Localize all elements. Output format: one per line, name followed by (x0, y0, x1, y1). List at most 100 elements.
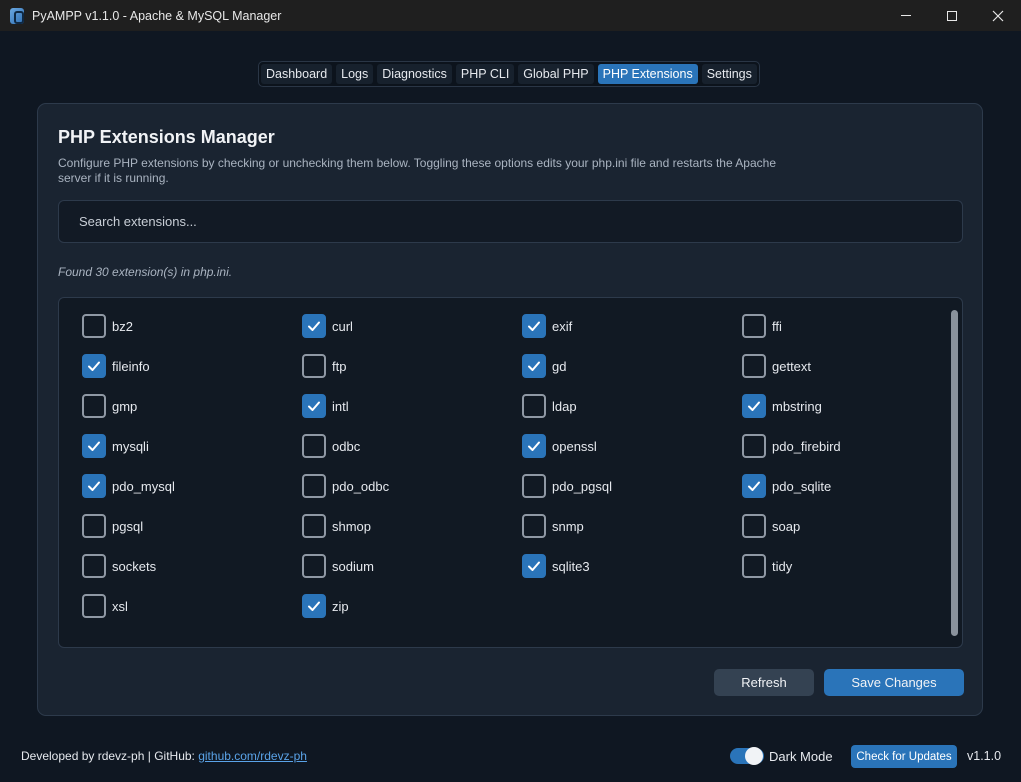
extension-checkbox[interactable] (82, 354, 106, 378)
extension-checkbox[interactable] (82, 434, 106, 458)
extension-label: zip (332, 598, 349, 614)
extension-label: pdo_mysql (112, 478, 175, 494)
minimize-button[interactable] (883, 0, 929, 31)
extension-checkbox[interactable] (522, 314, 546, 338)
extension-checkbox[interactable] (742, 554, 766, 578)
checkmark-icon (308, 401, 320, 411)
extension-checkbox[interactable] (302, 434, 326, 458)
extension-checkbox[interactable] (82, 474, 106, 498)
extension-gmp[interactable]: gmp (82, 394, 302, 418)
extension-checkbox[interactable] (82, 394, 106, 418)
extension-label: odbc (332, 438, 361, 454)
extension-checkbox[interactable] (302, 474, 326, 498)
extension-checkbox[interactable] (302, 594, 326, 618)
extension-checkbox[interactable] (742, 394, 766, 418)
extension-mysqli[interactable]: mysqli (82, 434, 302, 458)
extension-checkbox[interactable] (522, 434, 546, 458)
extension-checkbox[interactable] (82, 594, 106, 618)
extension-shmop[interactable]: shmop (302, 514, 522, 538)
extension-label: curl (332, 318, 353, 334)
checkmark-icon (528, 441, 540, 451)
extension-mbstring[interactable]: mbstring (742, 394, 962, 418)
toggle-knob (745, 747, 763, 765)
extension-checkbox[interactable] (302, 314, 326, 338)
extension-sqlite3[interactable]: sqlite3 (522, 554, 742, 578)
dark-mode-toggle[interactable] (730, 747, 764, 765)
extension-exif[interactable]: exif (522, 314, 742, 338)
extension-gd[interactable]: gd (522, 354, 742, 378)
version-label: v1.1.0 (967, 749, 1002, 763)
extension-odbc[interactable]: odbc (302, 434, 522, 458)
extension-label: ffi (772, 318, 782, 334)
tab-diagnostics[interactable]: Diagnostics (377, 64, 452, 84)
extension-sockets[interactable]: sockets (82, 554, 302, 578)
extension-checkbox[interactable] (522, 514, 546, 538)
extension-zip[interactable]: zip (302, 594, 522, 618)
extension-ldap[interactable]: ldap (522, 394, 742, 418)
check-updates-button[interactable]: Check for Updates (851, 745, 957, 768)
tab-settings[interactable]: Settings (701, 64, 757, 84)
extension-label: pdo_sqlite (772, 478, 832, 494)
extension-checkbox[interactable] (82, 514, 106, 538)
title-bar: PyAMPP v1.1.0 - Apache & MySQL Manager (0, 0, 1021, 31)
extension-checkbox[interactable] (302, 354, 326, 378)
extension-bz2[interactable]: bz2 (82, 314, 302, 338)
close-icon (992, 10, 1004, 21)
extension-pdo-pgsql[interactable]: pdo_pgsql (522, 474, 742, 498)
extension-label: pdo_odbc (332, 478, 390, 494)
extension-checkbox[interactable] (522, 394, 546, 418)
extension-intl[interactable]: intl (302, 394, 522, 418)
extension-checkbox[interactable] (742, 314, 766, 338)
footer-credits: Developed by rdevz-ph | GitHub: github.c… (21, 749, 307, 763)
tab-global-php[interactable]: Global PHP (518, 64, 594, 84)
extension-sodium[interactable]: sodium (302, 554, 522, 578)
save-changes-button[interactable]: Save Changes (824, 669, 964, 696)
extension-ftp[interactable]: ftp (302, 354, 522, 378)
extension-tidy[interactable]: tidy (742, 554, 962, 578)
extension-label: fileinfo (112, 358, 150, 374)
extension-gettext[interactable]: gettext (742, 354, 962, 378)
extension-pdo-firebird[interactable]: pdo_firebird (742, 434, 962, 458)
extension-label: pdo_pgsql (552, 478, 612, 494)
extension-label: pgsql (112, 518, 144, 534)
extension-pdo-mysql[interactable]: pdo_mysql (82, 474, 302, 498)
extension-checkbox[interactable] (302, 554, 326, 578)
scrollbar[interactable] (951, 310, 958, 636)
extension-checkbox[interactable] (522, 474, 546, 498)
checkmark-icon (88, 441, 100, 451)
window-title: PyAMPP v1.1.0 - Apache & MySQL Manager (32, 8, 282, 23)
extension-checkbox[interactable] (742, 354, 766, 378)
extension-checkbox[interactable] (302, 394, 326, 418)
extension-checkbox[interactable] (82, 314, 106, 338)
extension-soap[interactable]: soap (742, 514, 962, 538)
extension-xsl[interactable]: xsl (82, 594, 302, 618)
extension-checkbox[interactable] (742, 474, 766, 498)
extension-ffi[interactable]: ffi (742, 314, 962, 338)
extension-snmp[interactable]: snmp (522, 514, 742, 538)
extension-pdo-odbc[interactable]: pdo_odbc (302, 474, 522, 498)
extension-fileinfo[interactable]: fileinfo (82, 354, 302, 378)
tab-php-extensions[interactable]: PHP Extensions (597, 64, 698, 84)
maximize-button[interactable] (929, 0, 975, 31)
close-button[interactable] (975, 0, 1021, 31)
refresh-button[interactable]: Refresh (714, 669, 814, 696)
extension-pgsql[interactable]: pgsql (82, 514, 302, 538)
tab-php-cli[interactable]: PHP CLI (455, 64, 515, 84)
extension-pdo-sqlite[interactable]: pdo_sqlite (742, 474, 962, 498)
extension-checkbox[interactable] (522, 554, 546, 578)
developed-by-text: Developed by rdevz-ph | GitHub: (21, 749, 199, 763)
checkmark-icon (528, 561, 540, 571)
extension-checkbox[interactable] (742, 514, 766, 538)
checkmark-icon (308, 321, 320, 331)
extension-openssl[interactable]: openssl (522, 434, 742, 458)
tab-logs[interactable]: Logs (336, 64, 374, 84)
extension-label: gd (552, 358, 567, 374)
extension-checkbox[interactable] (302, 514, 326, 538)
extension-curl[interactable]: curl (302, 314, 522, 338)
tab-dashboard[interactable]: Dashboard (261, 64, 333, 84)
extension-checkbox[interactable] (742, 434, 766, 458)
extension-checkbox[interactable] (522, 354, 546, 378)
extension-checkbox[interactable] (82, 554, 106, 578)
search-input[interactable] (58, 200, 963, 243)
github-link[interactable]: github.com/rdevz-ph (198, 749, 307, 763)
